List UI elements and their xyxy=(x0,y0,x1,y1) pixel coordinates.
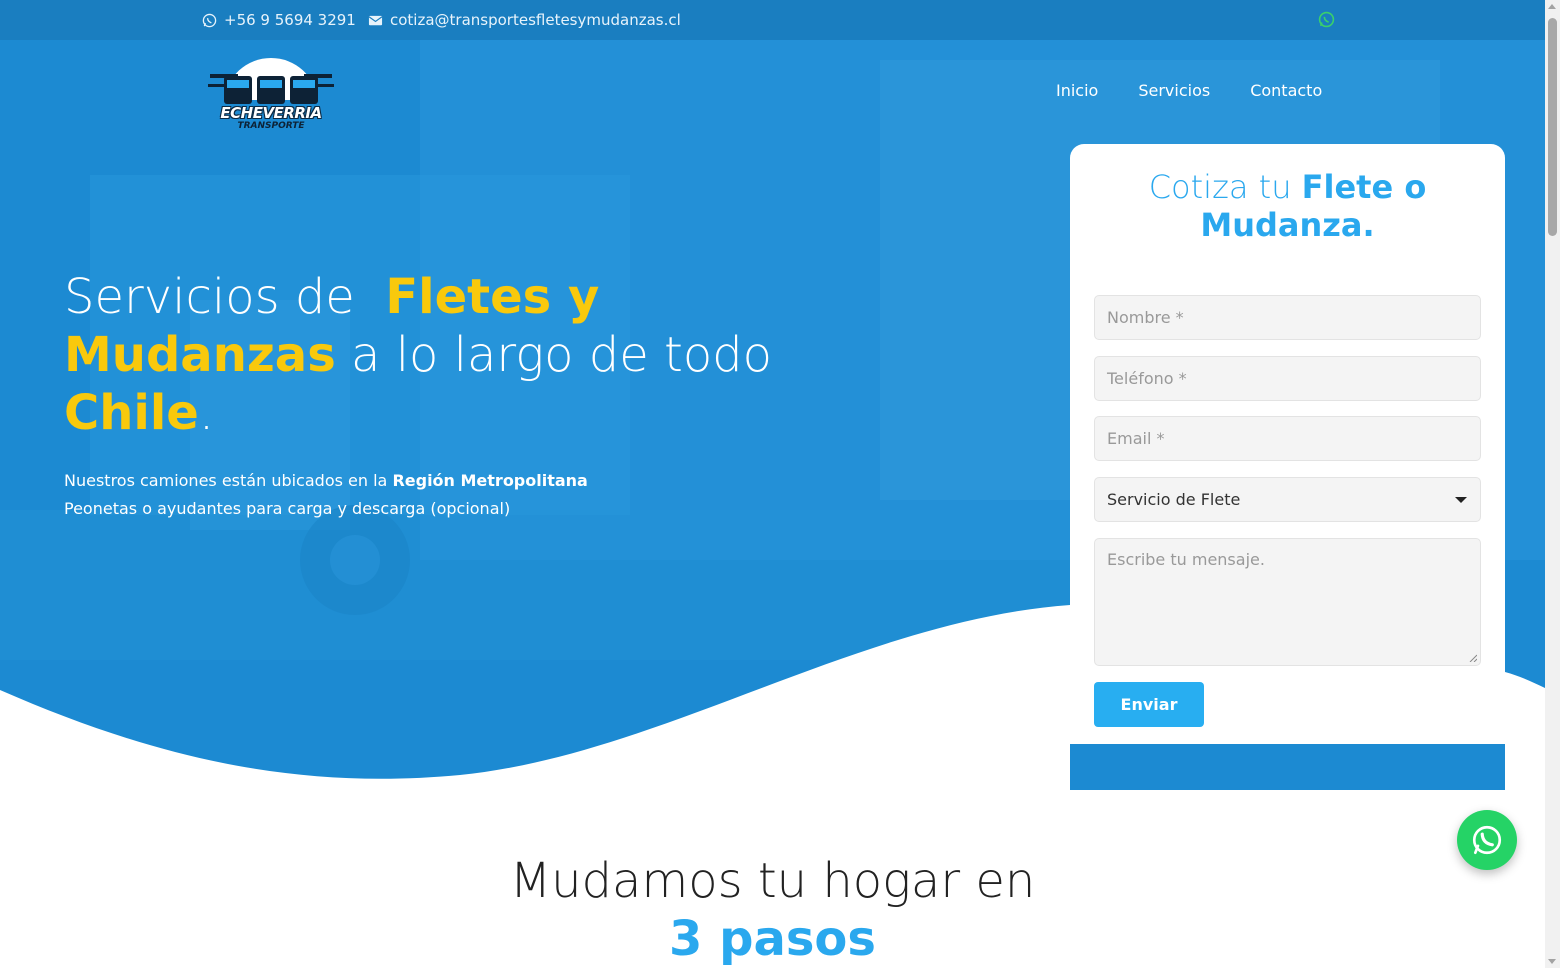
headline-highlight-chile: Chile xyxy=(64,385,199,441)
whatsapp-icon[interactable] xyxy=(1318,11,1335,28)
caret-down-icon xyxy=(1455,497,1467,503)
page-scrollbar[interactable] xyxy=(1545,0,1560,968)
topbar-phone-text: +56 9 5694 3291 xyxy=(224,11,356,29)
line1-bold: Región Metropolitana xyxy=(392,471,588,490)
form-title: Cotiza tu Flete o Mudanza. xyxy=(1070,168,1505,244)
line1-prefix: Nuestros camiones están ubicados en la xyxy=(64,471,388,490)
brand-name: ECHEVERRIA xyxy=(220,104,322,122)
email-input[interactable]: Email * xyxy=(1094,416,1481,461)
steps-section-title: Mudamos tu hogar en 3 pasos xyxy=(0,852,1545,968)
topbar-phone[interactable]: +56 9 5694 3291 xyxy=(202,10,356,30)
brand-subtitle: TRANSPORTE xyxy=(237,121,305,131)
headline-part1: Servicios de xyxy=(64,269,355,325)
service-select-value: Servicio de Flete xyxy=(1107,490,1241,509)
steps-title-text: Mudamos tu hogar en xyxy=(509,853,1036,909)
message-textarea[interactable]: Escribe tu mensaje. xyxy=(1094,538,1481,666)
whatsapp-float-button[interactable] xyxy=(1457,810,1517,870)
truck-logo-icon xyxy=(208,58,334,104)
hero-subtext: Nuestros camiones están ubicados en la R… xyxy=(64,467,588,523)
hero-subtext-line1: Nuestros camiones están ubicados en la R… xyxy=(64,467,588,495)
main-nav: Inicio Servicios Contacto xyxy=(1056,81,1322,100)
whatsapp-icon xyxy=(1472,825,1502,855)
topbar-email[interactable]: cotiza@transportesfletesymudanzas.cl xyxy=(368,10,681,30)
headline-end: . xyxy=(198,385,215,441)
top-bar: +56 9 5694 3291 cotiza@transportesfletes… xyxy=(0,0,1545,40)
headline-part2: a lo largo de todo xyxy=(351,327,773,383)
scroll-up-icon[interactable] xyxy=(1548,4,1556,9)
service-select[interactable]: Servicio de Flete xyxy=(1094,477,1481,522)
phone-input[interactable]: Teléfono * xyxy=(1094,356,1481,401)
whatsapp-icon xyxy=(202,13,217,27)
message-placeholder: Escribe tu mensaje. xyxy=(1107,550,1265,569)
quote-form-card: Cotiza tu Flete o Mudanza. Nombre * Telé… xyxy=(1070,144,1505,744)
envelope-icon xyxy=(368,15,383,25)
nav-item-contacto[interactable]: Contacto xyxy=(1250,81,1322,100)
hero-headline: Servicios de Fletes y Mudanzas a lo larg… xyxy=(64,268,824,442)
nav-item-inicio[interactable]: Inicio xyxy=(1056,81,1098,100)
form-title-light: Cotiza tu xyxy=(1148,168,1292,206)
scrollbar-thumb[interactable] xyxy=(1548,18,1557,236)
scroll-down-icon[interactable] xyxy=(1548,959,1556,964)
nav-item-servicios[interactable]: Servicios xyxy=(1138,81,1210,100)
name-input[interactable]: Nombre * xyxy=(1094,295,1481,340)
resize-grip-icon[interactable] xyxy=(1469,654,1477,662)
steps-title-accent: 3 pasos xyxy=(669,911,876,967)
hero-subtext-line2: Peonetas o ayudantes para carga y descar… xyxy=(64,499,511,518)
brand-logo[interactable]: ECHEVERRIA TRANSPORTE xyxy=(208,52,334,136)
submit-button[interactable]: Enviar xyxy=(1094,682,1204,727)
topbar-email-text: cotiza@transportesfletesymudanzas.cl xyxy=(390,11,681,29)
